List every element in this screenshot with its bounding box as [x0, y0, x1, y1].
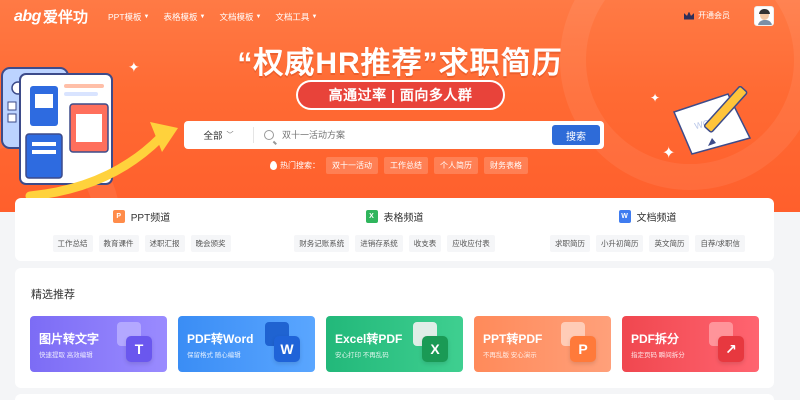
- next-section-edge: [15, 394, 774, 400]
- search-bar: 全部 ﹀ 搜索: [184, 121, 604, 149]
- chevron-down-icon: ▼: [311, 14, 318, 20]
- section-title: 精选推荐: [31, 289, 75, 301]
- channel-title-text: 表格频道: [383, 213, 424, 224]
- card-subtitle: 指定页码 瞬间拆分: [631, 352, 685, 359]
- channel-tag[interactable]: 求职简历: [549, 235, 590, 252]
- chevron-down-icon: ▼: [199, 14, 206, 20]
- word-paper-illustration: WORD: [672, 86, 752, 155]
- search-icon: [264, 130, 274, 140]
- nav-ppt-templates[interactable]: PPT模板 ▼: [108, 11, 149, 23]
- user-avatar[interactable]: [754, 6, 774, 26]
- hero-subtitle-pill: 高通过率 | 面向多人群: [296, 80, 505, 110]
- nav-menu: PPT模板 ▼ 表格模板 ▼ 文档模板 ▼ 文档工具 ▼: [108, 11, 317, 23]
- tool-card-pdf-to-word[interactable]: W PDF转Word 保留格式 随心编辑: [178, 316, 315, 372]
- chevron-down-icon: ▼: [143, 14, 150, 20]
- ppt-icon: P: [112, 210, 125, 223]
- nav-label: PPT模板: [108, 12, 142, 22]
- hot-tag[interactable]: 工作总结: [384, 157, 428, 174]
- hero-headline: “权威HR推荐”求职简历: [237, 47, 563, 80]
- chevron-down-icon: ﹀: [226, 132, 234, 139]
- hero-banner: ✦ ✦ ✦ WORD abg 爱伴功 PPT模板▼ 表格模板▼ 文档模板▼ 文档…: [0, 0, 800, 212]
- channel-tag[interactable]: 收支表: [408, 235, 442, 252]
- word-icon: W: [618, 210, 631, 223]
- channel-tag[interactable]: 英文简历: [649, 235, 690, 252]
- hot-search-label-text: 热门搜索：: [280, 161, 320, 170]
- excel-icon: X: [365, 210, 378, 223]
- sparkle-icon: ✦: [650, 91, 661, 105]
- nav-sheet-templates[interactable]: 表格模板 ▼: [163, 11, 205, 23]
- nav-label: 文档工具: [275, 12, 310, 22]
- hot-tag[interactable]: 个人简历: [434, 157, 478, 174]
- top-navigation: abg 爱伴功 PPT模板 ▼ 表格模板 ▼ 文档模板 ▼ 文档工具 ▼ 开通会员: [0, 0, 800, 32]
- hot-searches: 热门搜索： 双十一活动 工作总结 个人简历 财务表格: [270, 157, 528, 174]
- channel-tag[interactable]: 自荐/求职信: [695, 235, 746, 252]
- card-title: PPT转PDF: [483, 332, 543, 346]
- tool-card-image-to-text[interactable]: T 图片转文字 快速提取 高效编辑: [30, 316, 167, 372]
- hot-search-label: 热门搜索：: [270, 160, 320, 171]
- card-title: PDF转Word: [187, 332, 254, 346]
- channel-tag[interactable]: 小升初简历: [595, 235, 644, 252]
- hot-tag[interactable]: 财务表格: [484, 157, 528, 174]
- search-scope-label: 全部: [203, 131, 223, 142]
- recommend-section: 精选推荐 T 图片转文字 快速提取 高效编辑 W PDF转Word 保留格式 随…: [15, 268, 774, 388]
- channel-word: W 文档频道 求职简历 小升初简历 英文简历 自荐/求职信: [521, 198, 774, 261]
- channel-title-text: PPT频道: [130, 213, 171, 224]
- channel-tag[interactable]: 财务记账系统: [294, 235, 350, 252]
- channel-ppt: P PPT频道 工作总结 教育课件 述职汇报 晚会颁奖: [15, 198, 268, 261]
- search-button[interactable]: 搜索: [552, 125, 600, 145]
- channel-title[interactable]: W 文档频道: [521, 209, 774, 224]
- tool-card-pdf-split[interactable]: ↗ PDF拆分 指定页码 瞬间拆分: [622, 316, 759, 372]
- vip-button[interactable]: 开通会员: [684, 10, 730, 21]
- card-title: Excel转PDF: [335, 332, 403, 346]
- channel-title-text: 文档频道: [636, 213, 677, 224]
- site-logo[interactable]: abg 爱伴功: [14, 6, 88, 27]
- card-subtitle: 不再乱版 安心演示: [483, 352, 537, 359]
- image-to-text-icon: T: [126, 336, 152, 362]
- fire-icon: [270, 161, 277, 170]
- card-title: PDF拆分: [631, 332, 680, 346]
- tool-card-excel-to-pdf[interactable]: X Excel转PDF 安心打印 不再乱码: [326, 316, 463, 372]
- hot-tag[interactable]: 双十一活动: [326, 157, 378, 174]
- nav-doc-tools[interactable]: 文档工具 ▼: [275, 11, 317, 23]
- word-icon: W: [274, 336, 300, 362]
- channel-tag[interactable]: 进销存系统: [355, 235, 403, 252]
- hero-subtitle: 高通过率 | 面向多人群: [298, 82, 503, 108]
- card-subtitle: 安心打印 不再乱码: [335, 352, 389, 359]
- crown-icon: [684, 11, 694, 20]
- chevron-down-icon: ▼: [255, 14, 262, 20]
- channels-card: P PPT频道 工作总结 教育课件 述职汇报 晚会颁奖 X 表格频道 财务记账系…: [15, 198, 774, 261]
- nav-label: 文档模板: [219, 12, 254, 22]
- ppt-icon: P: [570, 336, 596, 362]
- channel-excel: X 表格频道 财务记账系统 进销存系统 收支表 应收应付表: [268, 198, 521, 261]
- nav-label: 表格模板: [163, 12, 198, 22]
- excel-icon: X: [422, 336, 448, 362]
- card-title: 图片转文字: [39, 332, 100, 346]
- logo-chinese: 爱伴功: [42, 9, 88, 26]
- channel-tag[interactable]: 教育课件: [98, 235, 139, 252]
- channel-tag[interactable]: 晚会颁奖: [190, 235, 231, 252]
- channel-tag[interactable]: 工作总结: [52, 235, 93, 252]
- vip-label: 开通会员: [698, 11, 730, 20]
- search-scope-dropdown[interactable]: 全部 ﹀: [184, 127, 254, 143]
- channel-title[interactable]: X 表格频道: [268, 209, 521, 224]
- tool-card-ppt-to-pdf[interactable]: P PPT转PDF 不再乱版 安心演示: [474, 316, 611, 372]
- channel-tag[interactable]: 应收应付表: [447, 235, 495, 252]
- card-subtitle: 保留格式 随心编辑: [187, 352, 241, 359]
- channel-title[interactable]: P PPT频道: [15, 209, 268, 224]
- split-icon: ↗: [718, 336, 744, 362]
- card-subtitle: 快速提取 高效编辑: [39, 352, 93, 359]
- channel-tag[interactable]: 述职汇报: [144, 235, 185, 252]
- logo-latin: abg: [14, 7, 41, 25]
- nav-doc-templates[interactable]: 文档模板 ▼: [219, 11, 261, 23]
- search-input[interactable]: [282, 130, 532, 140]
